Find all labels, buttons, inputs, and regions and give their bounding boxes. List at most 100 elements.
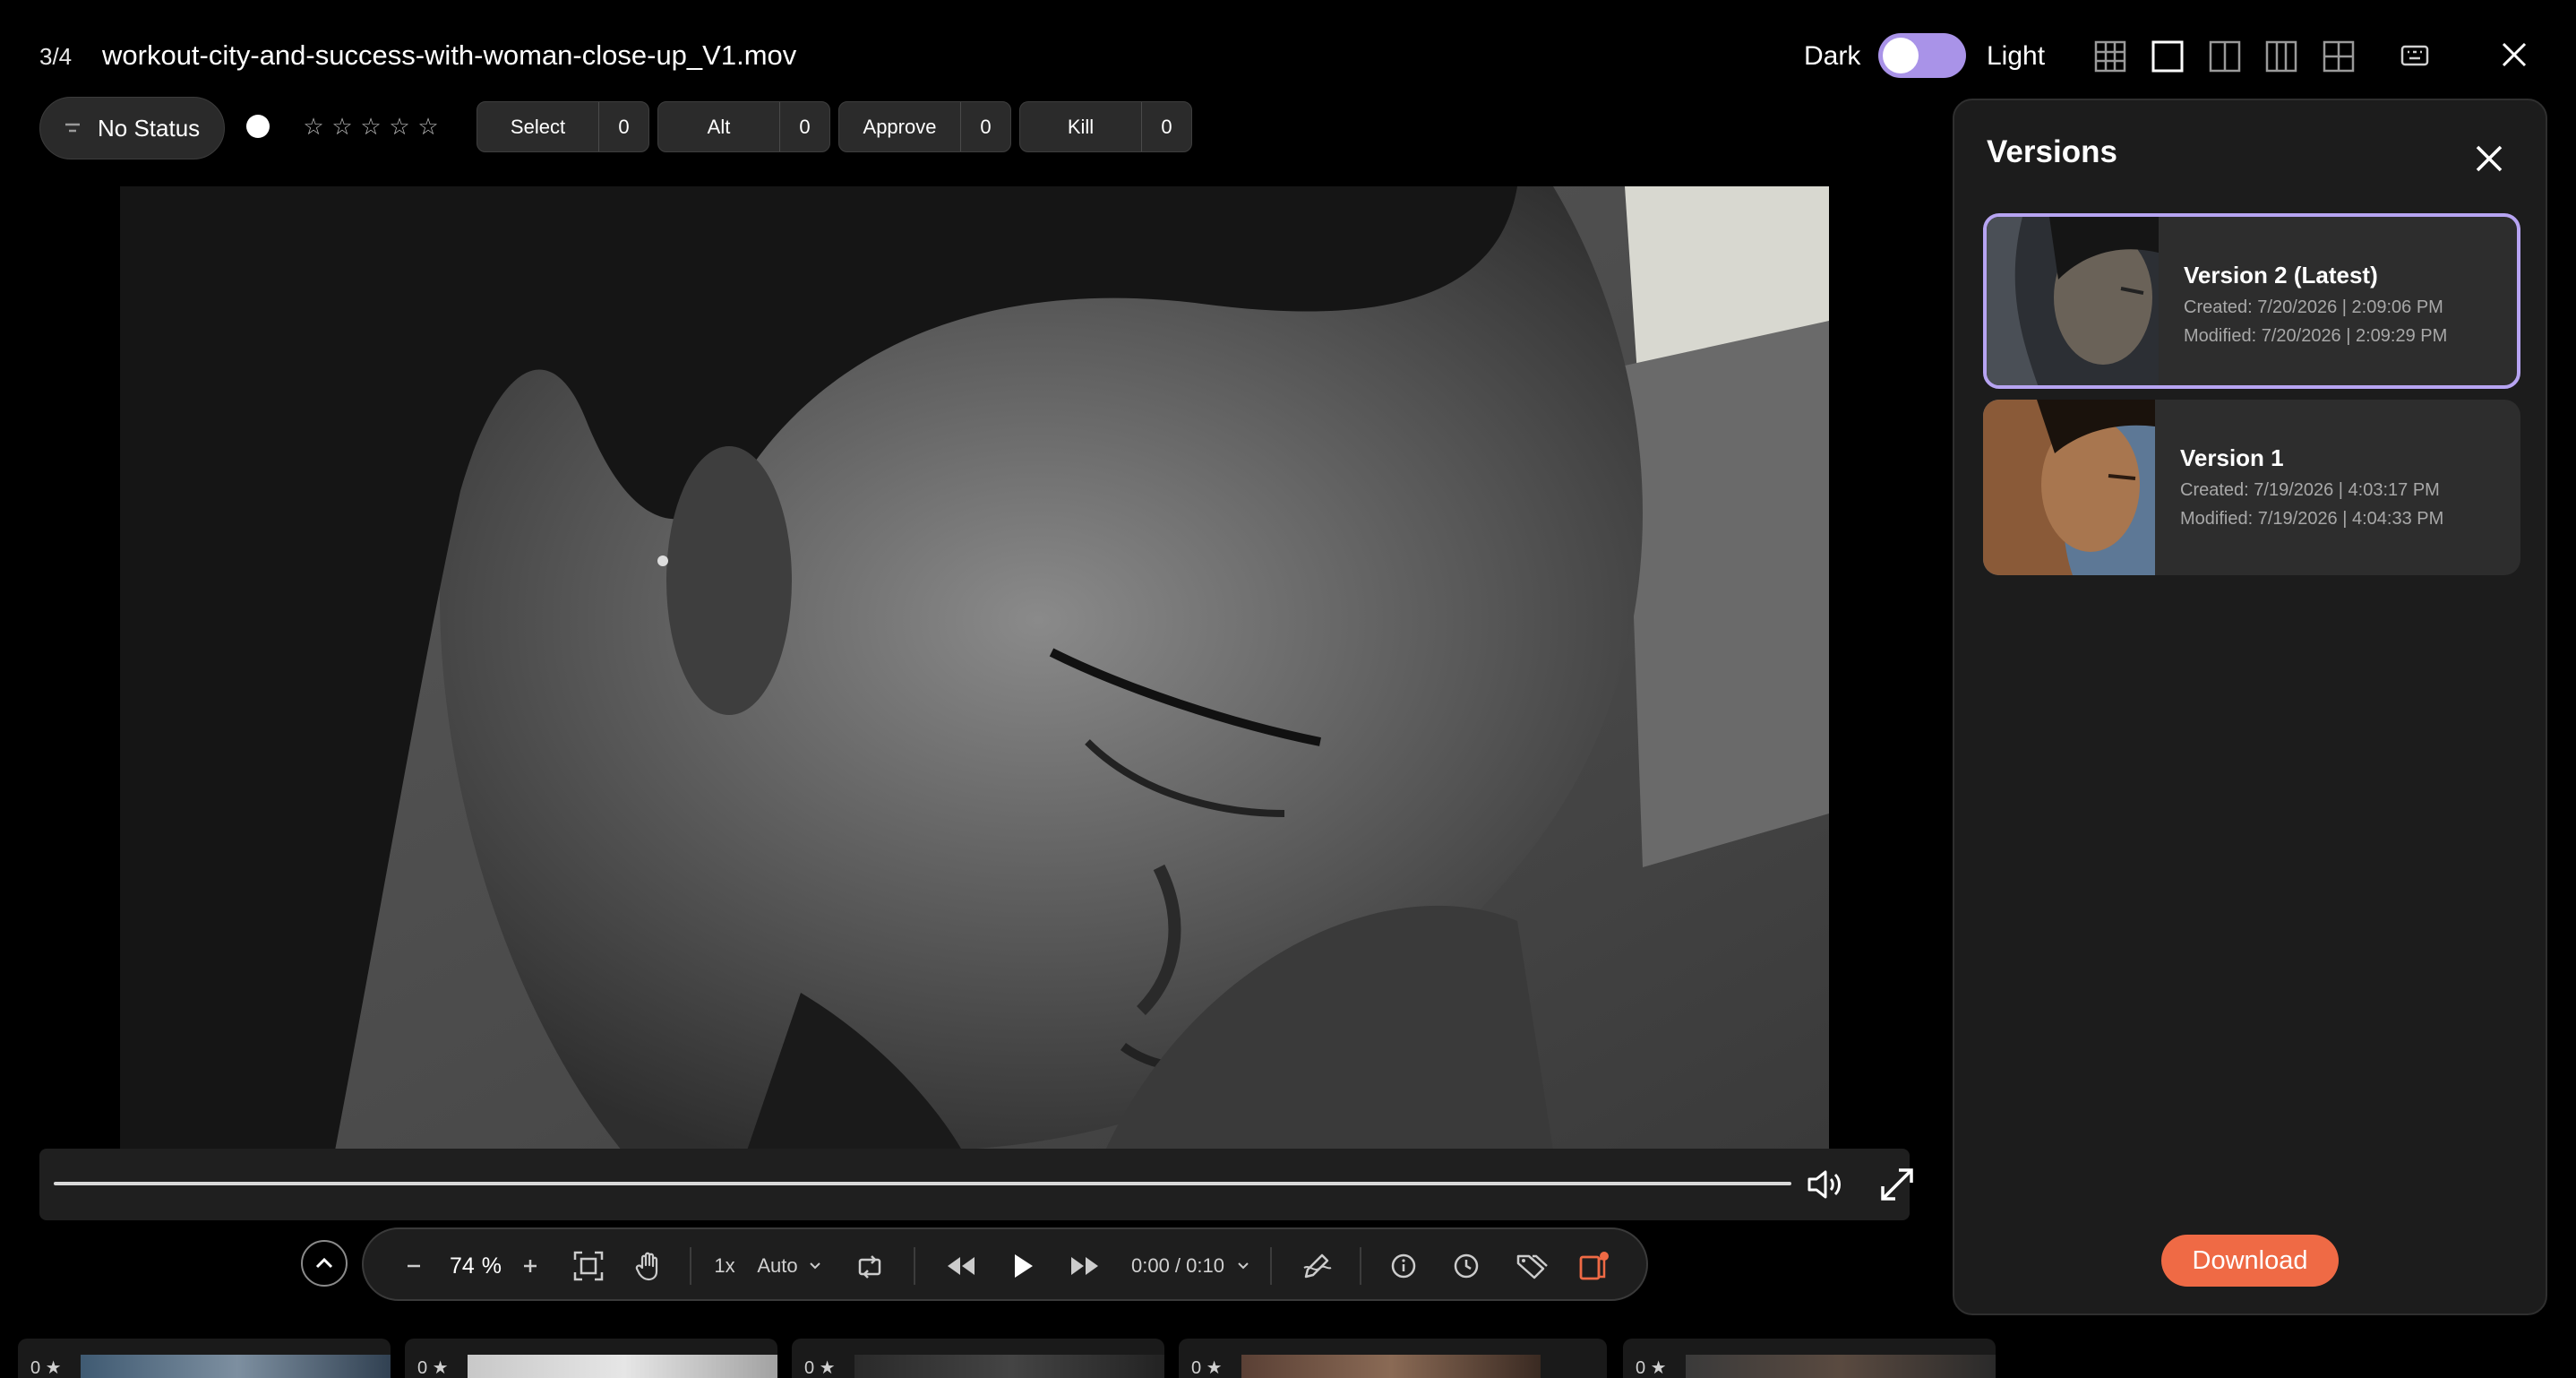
version-name: Version 2 (Latest) — [2184, 262, 2378, 289]
tags-icon[interactable] — [1507, 1229, 1557, 1303]
filmstrip-thumbnail — [81, 1355, 391, 1378]
filmstrip-item[interactable]: 0 ★ — [1179, 1339, 1607, 1378]
close-viewer-icon[interactable] — [2499, 39, 2529, 70]
history-clock-icon[interactable] — [1444, 1229, 1489, 1303]
keyboard-icon[interactable] — [2400, 43, 2429, 68]
video-frame[interactable] — [120, 186, 1829, 1150]
star-icon[interactable]: ☆ — [360, 113, 382, 141]
theme-dark-label: Dark — [1804, 41, 1861, 71]
zoom-value: 74 — [449, 1253, 475, 1279]
filmstrip-thumbnail — [468, 1355, 777, 1378]
close-panel-icon[interactable] — [2474, 143, 2504, 174]
theme-light-label: Light — [1987, 41, 2046, 71]
tag-label: Approve — [863, 115, 937, 138]
version-card[interactable]: Version 1 Created: 7/19/2026 | 4:03:17 P… — [1983, 400, 2520, 575]
volume-icon[interactable] — [1806, 1168, 1845, 1201]
star-rating[interactable]: ☆ ☆ ☆ ☆ ☆ — [303, 113, 439, 141]
minus-icon — [408, 1264, 420, 1268]
version-thumbnail — [1983, 400, 2155, 575]
timeline-bar — [39, 1149, 1913, 1220]
tag-label: Select — [510, 115, 566, 138]
panel-title: Versions — [1987, 134, 2117, 169]
separator — [1360, 1247, 1361, 1285]
timeline-track[interactable] — [54, 1182, 1791, 1185]
fast-forward-icon[interactable] — [1062, 1229, 1109, 1303]
grid-9-icon[interactable] — [2093, 39, 2127, 73]
version-modified: Modified: 7/20/2026 | 2:09:29 PM — [2184, 326, 2448, 346]
quality-value: Auto — [757, 1254, 798, 1277]
tag-count: 0 — [960, 102, 1010, 151]
select-tag-button[interactable]: Select 0 — [477, 101, 649, 152]
toggle-knob — [1883, 38, 1919, 73]
theme-toggle[interactable] — [1878, 33, 1966, 78]
version-created: Created: 7/19/2026 | 4:03:17 PM — [2180, 480, 2440, 500]
video-frame-image — [120, 186, 1829, 1150]
zoom-in-button[interactable] — [512, 1229, 548, 1303]
filmstrip-item[interactable]: 0 ★ — [18, 1339, 391, 1378]
download-button[interactable]: Download — [2161, 1235, 2339, 1287]
versions-panel-icon[interactable] — [1569, 1229, 1619, 1303]
speed-value: 1x — [714, 1254, 735, 1277]
grid-4-icon[interactable] — [2322, 39, 2356, 73]
filmstrip-rating: 0 ★ — [804, 1358, 836, 1378]
version-created: Created: 7/20/2026 | 2:09:06 PM — [2184, 297, 2443, 317]
fullscreen-icon[interactable] — [1877, 1165, 1917, 1204]
filmstrip-thumbnail — [1241, 1355, 1541, 1378]
annotate-pen-icon[interactable] — [1292, 1229, 1342, 1303]
filmstrip-item[interactable]: 0 ★ — [405, 1339, 777, 1378]
filmstrip-item[interactable]: 0 ★ — [792, 1339, 1164, 1378]
pan-hand-icon[interactable] — [627, 1229, 672, 1303]
collapse-filmstrip-button[interactable] — [301, 1240, 348, 1287]
info-icon[interactable] — [1381, 1229, 1426, 1303]
version-card[interactable]: Version 2 (Latest) Created: 7/20/2026 | … — [1983, 213, 2520, 389]
versions-panel: Versions Version 2 (Latest) Created: 7/2… — [1953, 99, 2547, 1315]
single-view-icon[interactable] — [2151, 39, 2185, 73]
zoom-out-button[interactable] — [396, 1229, 432, 1303]
quality-dropdown[interactable]: Auto — [749, 1229, 829, 1303]
timecode: 0:00 / 0:10 — [1131, 1254, 1224, 1277]
zoom-level: 74 % — [444, 1229, 507, 1303]
status-dropdown[interactable]: No Status — [39, 97, 225, 159]
version-name: Version 1 — [2180, 444, 2284, 471]
filmstrip-rating: 0 ★ — [30, 1358, 62, 1378]
rewind-icon[interactable] — [937, 1229, 983, 1303]
zoom-unit: % — [481, 1253, 502, 1279]
plus-icon — [524, 1260, 537, 1272]
split-2-icon[interactable] — [2208, 39, 2242, 73]
star-icon[interactable]: ☆ — [303, 113, 324, 141]
separator — [690, 1247, 691, 1285]
split-3-icon[interactable] — [2264, 39, 2298, 73]
chevron-up-icon — [315, 1258, 333, 1269]
item-counter: 3/4 — [39, 43, 73, 70]
play-icon[interactable] — [1000, 1229, 1046, 1303]
speed-selector[interactable]: 1x — [704, 1229, 745, 1303]
approve-tag-button[interactable]: Approve 0 — [838, 101, 1011, 152]
chevron-down-icon — [809, 1262, 820, 1270]
star-icon[interactable]: ☆ — [331, 113, 353, 141]
tag-label: Kill — [1067, 115, 1095, 138]
filmstrip-item[interactable]: 0 ★ — [1623, 1339, 1996, 1378]
filmstrip-thumbnail — [854, 1355, 1164, 1378]
file-title: workout-city-and-success-with-woman-clos… — [102, 39, 797, 71]
fit-to-screen-icon[interactable] — [566, 1229, 611, 1303]
color-label-dot[interactable] — [246, 115, 270, 138]
top-bar: 3/4 workout-city-and-success-with-woman-… — [0, 0, 2576, 113]
player-controls: 74 % 1x Auto 0:00 / 0:10 — [362, 1227, 1648, 1301]
tag-count: 0 — [1141, 102, 1191, 151]
star-icon[interactable]: ☆ — [417, 113, 439, 141]
version-thumbnail — [1987, 217, 2159, 385]
tag-label: Alt — [707, 115, 731, 138]
filmstrip-rating: 0 ★ — [1191, 1358, 1223, 1378]
star-icon[interactable]: ☆ — [389, 113, 410, 141]
status-label: No Status — [98, 114, 201, 142]
loop-icon[interactable] — [847, 1229, 892, 1303]
timecode-dropdown[interactable]: 0:00 / 0:10 — [1123, 1229, 1258, 1303]
separator — [1270, 1247, 1272, 1285]
chevron-down-icon — [1238, 1262, 1249, 1270]
alt-tag-button[interactable]: Alt 0 — [657, 101, 830, 152]
separator — [914, 1247, 915, 1285]
status-icon — [65, 123, 80, 133]
tag-count: 0 — [598, 102, 648, 151]
version-modified: Modified: 7/19/2026 | 4:04:33 PM — [2180, 509, 2444, 529]
kill-tag-button[interactable]: Kill 0 — [1019, 101, 1192, 152]
